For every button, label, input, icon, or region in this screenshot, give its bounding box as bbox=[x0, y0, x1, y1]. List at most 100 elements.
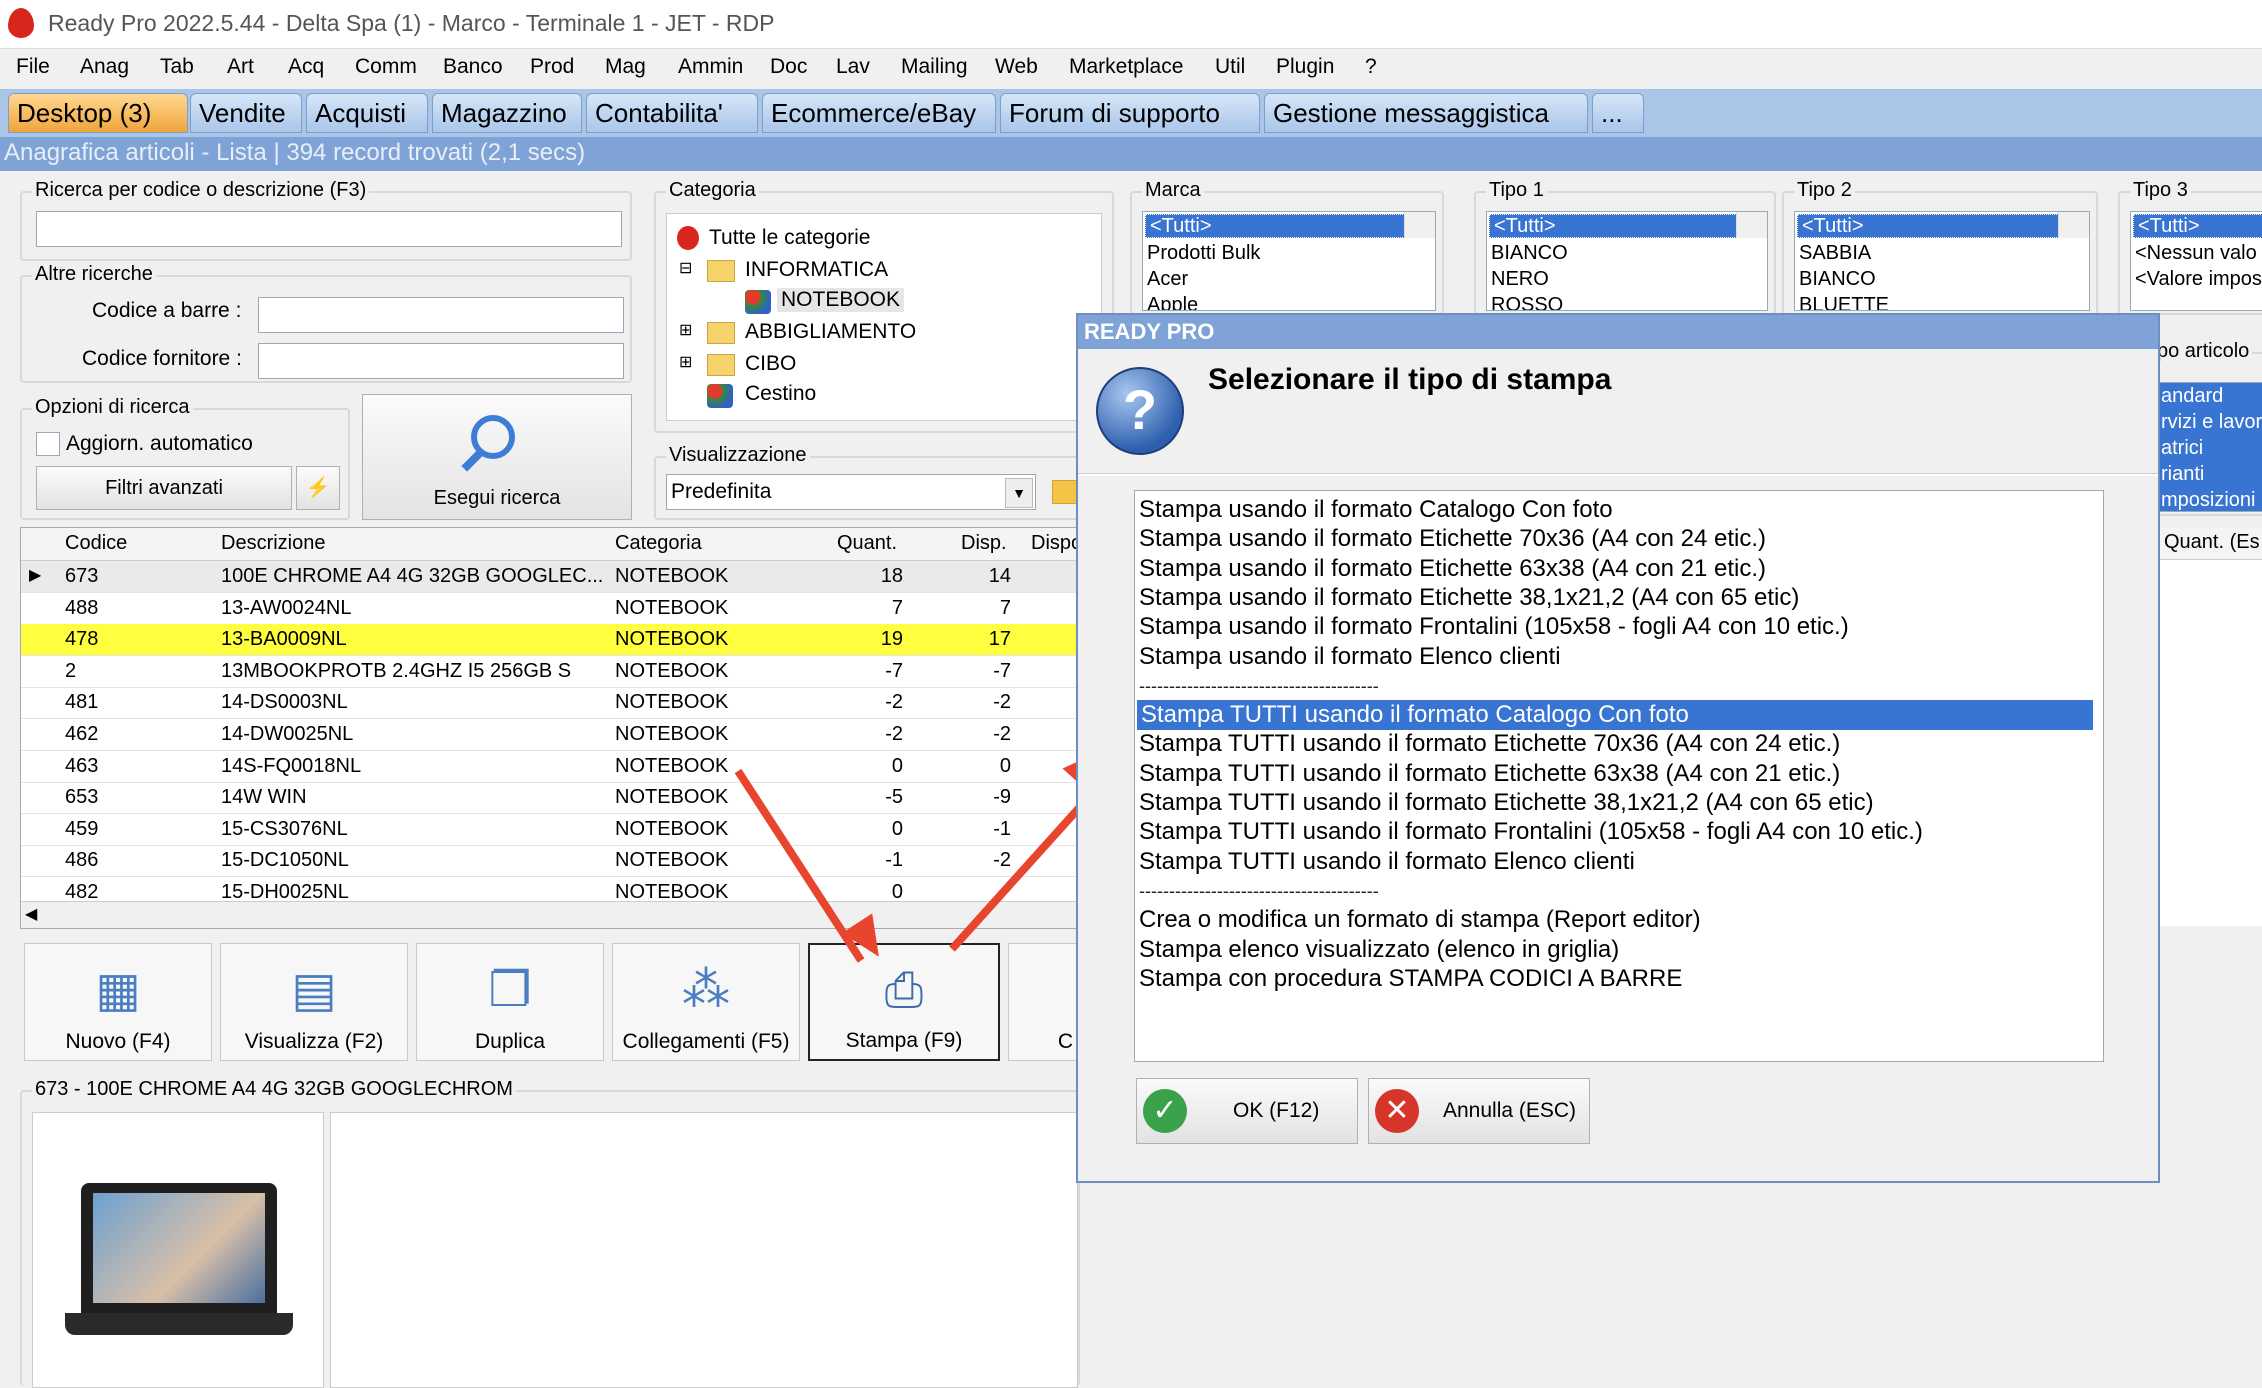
tab-magazzino[interactable]: Magazzino bbox=[432, 93, 582, 133]
more-button[interactable]: C bbox=[1008, 943, 1080, 1061]
menu-item[interactable]: Plugin bbox=[1276, 55, 1334, 79]
list-item[interactable]: andard bbox=[2157, 383, 2262, 409]
print-option-item[interactable]: Stampa usando il formato Frontalini (105… bbox=[1139, 612, 1849, 642]
expand-icon[interactable]: ⊞ bbox=[679, 352, 692, 372]
column-header[interactable]: Dispo bbox=[1031, 532, 1081, 555]
menu-item[interactable]: File bbox=[16, 55, 50, 79]
menu-item[interactable]: Marketplace bbox=[1069, 55, 1183, 79]
list-item[interactable]: rianti bbox=[2157, 461, 2262, 487]
list-item[interactable]: atrici bbox=[2157, 435, 2262, 461]
advanced-filters-button[interactable]: Filtri avanzati bbox=[36, 466, 292, 510]
print-option-item[interactable]: Stampa TUTTI usando il formato Catalogo … bbox=[1137, 700, 2093, 731]
menu-item[interactable]: Acq bbox=[288, 55, 324, 79]
list-item[interactable]: <Tutti> bbox=[2133, 214, 2262, 238]
tab-ecommerce[interactable]: Ecommerce/eBay bbox=[762, 93, 996, 133]
list-item[interactable]: <Tutti> bbox=[1489, 214, 1741, 238]
menu-item[interactable]: Mag bbox=[605, 55, 646, 79]
list-item[interactable]: ROSSO bbox=[1487, 292, 1767, 310]
type1-list[interactable]: <Tutti> BIANCO NERO ROSSO bbox=[1486, 211, 1768, 311]
print-option-item[interactable]: Stampa usando il formato Elenco clienti bbox=[1139, 642, 1561, 672]
tree-item-informatica[interactable]: INFORMATICA bbox=[745, 258, 888, 282]
menu-item[interactable]: Ammin bbox=[678, 55, 743, 79]
barcode-input[interactable] bbox=[258, 297, 624, 333]
article-type-list[interactable]: andard rvizi e lavor atrici rianti mposi… bbox=[2156, 382, 2262, 512]
print-option-item[interactable]: Stampa usando il formato Catalogo Con fo… bbox=[1139, 495, 1613, 525]
list-item[interactable]: Prodotti Bulk bbox=[1143, 240, 1435, 266]
brand-list[interactable]: <Tutti> Prodotti Bulk Acer Apple bbox=[1142, 211, 1436, 311]
print-option-item[interactable]: Stampa usando il formato Etichette 63x38… bbox=[1139, 554, 1766, 584]
menu-item[interactable]: Doc bbox=[770, 55, 807, 79]
menu-item[interactable]: Tab bbox=[160, 55, 194, 79]
print-option-item[interactable]: Stampa TUTTI usando il formato Etichette… bbox=[1139, 788, 1874, 818]
tab-more[interactable]: ... bbox=[1592, 93, 1644, 133]
tree-item-abbigliamento[interactable]: ABBIGLIAMENTO bbox=[745, 320, 916, 344]
search-input[interactable] bbox=[36, 211, 622, 247]
duplicate-button[interactable]: ❐ Duplica bbox=[416, 943, 604, 1061]
list-item[interactable]: <Tutti> bbox=[1145, 214, 1409, 238]
print-option-item[interactable]: Stampa usando il formato Etichette 38,1x… bbox=[1139, 583, 1799, 613]
list-item[interactable]: NERO bbox=[1487, 266, 1767, 292]
scrollbar[interactable] bbox=[1404, 212, 1435, 238]
quick-filter-button[interactable]: ⚡ bbox=[296, 466, 340, 510]
type3-list[interactable]: <Tutti> <Nessun valo <Valore impos bbox=[2130, 211, 2262, 311]
menu-item[interactable]: Lav bbox=[836, 55, 870, 79]
list-item[interactable]: BLUETTE bbox=[1795, 292, 2089, 310]
scroll-left-icon[interactable]: ◀ bbox=[25, 904, 37, 924]
column-header[interactable]: Categoria bbox=[615, 532, 702, 555]
list-item[interactable]: BIANCO bbox=[1487, 240, 1767, 266]
category-tree[interactable]: Tutte le categorie ⊟ INFORMATICA NOTEBOO… bbox=[666, 213, 1102, 421]
list-item[interactable]: <Valore impos bbox=[2131, 266, 2262, 292]
print-option-item[interactable]: Stampa usando il formato Etichette 70x36… bbox=[1139, 524, 1766, 554]
table-row[interactable]: 462 14-DW0025NL NOTEBOOK -2 -2 bbox=[21, 719, 1081, 751]
collapse-icon[interactable]: ⊟ bbox=[679, 258, 692, 278]
table-row[interactable]: 488 13-AW0024NL NOTEBOOK 7 7 bbox=[21, 593, 1081, 625]
list-item[interactable]: <Tutti> bbox=[1797, 214, 2063, 238]
list-item[interactable]: mposizioni bbox=[2157, 487, 2262, 511]
scrollbar[interactable] bbox=[2058, 212, 2089, 238]
scrollbar[interactable] bbox=[1736, 212, 1767, 238]
auto-update-checkbox[interactable] bbox=[36, 432, 60, 456]
tab-forum[interactable]: Forum di supporto bbox=[1000, 93, 1260, 133]
tab-messaggistica[interactable]: Gestione messaggistica bbox=[1264, 93, 1588, 133]
tab-vendite[interactable]: Vendite bbox=[190, 93, 302, 133]
articles-grid[interactable]: Codice Descrizione Categoria Quant. Disp… bbox=[20, 527, 1082, 929]
menu-item[interactable]: Art bbox=[227, 55, 254, 79]
column-header[interactable]: Codice bbox=[65, 532, 127, 555]
list-item[interactable]: SABBIA bbox=[1795, 240, 2089, 266]
tab-desktop[interactable]: Desktop (3) bbox=[8, 93, 188, 133]
tree-item-cestino[interactable]: Cestino bbox=[745, 382, 816, 406]
tree-item-notebook[interactable]: NOTEBOOK bbox=[777, 288, 905, 312]
ok-button[interactable]: ✓ OK (F12) bbox=[1136, 1078, 1358, 1144]
horizontal-scrollbar[interactable]: ◀ bbox=[21, 901, 1081, 928]
print-option-item[interactable]: Stampa TUTTI usando il formato Etichette… bbox=[1139, 729, 1840, 759]
table-row[interactable]: 478 13-BA0009NL NOTEBOOK 19 17 bbox=[21, 624, 1081, 657]
expand-icon[interactable]: ⊞ bbox=[679, 320, 692, 340]
table-row[interactable]: ▶ 673 100E CHROME A4 4G 32GB GOOGLEC... NOT… bbox=[21, 561, 1081, 593]
links-button[interactable]: ⁂ Collegamenti (F5) bbox=[612, 943, 800, 1061]
print-options-list[interactable]: Stampa usando il formato Catalogo Con fo… bbox=[1134, 490, 2104, 1062]
cancel-button[interactable]: ✕ Annulla (ESC) bbox=[1368, 1078, 1590, 1144]
table-row[interactable]: 2 13MBOOKPROTB 2.4GHZ I5 256GB S NOTEBOOK -… bbox=[21, 656, 1081, 688]
print-button[interactable]: ⎙ Stampa (F9) bbox=[808, 943, 1000, 1061]
tree-item-all[interactable]: Tutte le categorie bbox=[709, 226, 870, 250]
type2-list[interactable]: <Tutti> SABBIA BIANCO BLUETTE bbox=[1794, 211, 2090, 311]
menu-item[interactable]: Mailing bbox=[901, 55, 968, 79]
menu-item[interactable]: Web bbox=[995, 55, 1038, 79]
print-option-item[interactable]: Crea o modifica un formato di stampa (Re… bbox=[1139, 905, 1701, 935]
table-row[interactable]: 486 15-DC1050NL NOTEBOOK -1 -2 bbox=[21, 845, 1081, 878]
table-row[interactable]: 463 14S-FQ0018NL NOTEBOOK 0 0 bbox=[21, 751, 1081, 783]
table-row[interactable]: 653 14W WIN NOTEBOOK -5 -9 bbox=[21, 782, 1081, 815]
menu-item[interactable]: Comm bbox=[355, 55, 417, 79]
column-header[interactable]: Descrizione bbox=[221, 532, 325, 555]
column-header[interactable]: Quant. bbox=[837, 532, 897, 555]
run-search-button[interactable]: Esegui ricerca bbox=[362, 394, 632, 520]
list-item[interactable]: rvizi e lavor bbox=[2157, 409, 2262, 435]
tab-contabilita[interactable]: Contabilita' bbox=[586, 93, 758, 133]
supplier-code-input[interactable] bbox=[258, 343, 624, 379]
list-item[interactable]: Acer bbox=[1143, 266, 1435, 292]
column-header[interactable]: Quant. (Es bbox=[2164, 531, 2260, 554]
list-item[interactable]: <Nessun valo bbox=[2131, 240, 2262, 266]
view-button[interactable]: ▤ Visualizza (F2) bbox=[220, 943, 408, 1061]
menu-item[interactable]: Banco bbox=[443, 55, 503, 79]
table-row[interactable]: 459 15-CS3076NL NOTEBOOK 0 -1 bbox=[21, 814, 1081, 846]
